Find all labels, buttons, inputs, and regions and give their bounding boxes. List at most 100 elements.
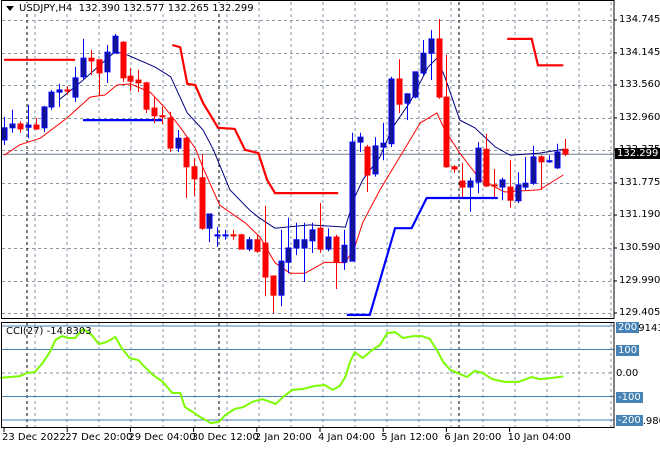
candle-body: [214, 234, 221, 237]
bear-candle: [396, 59, 403, 114]
bear-candle: [451, 165, 458, 173]
candle-body: [325, 236, 332, 250]
bear-candle: [96, 59, 103, 96]
candle-body: [372, 145, 379, 175]
candle-body: [56, 89, 63, 93]
bull-candle: [530, 145, 537, 185]
upper-channel-line: [507, 37, 564, 67]
bull-candle: [357, 132, 364, 152]
candle-body: [206, 213, 213, 229]
bull-candle: [1, 116, 8, 145]
bull-candle: [349, 132, 356, 262]
candle-body: [238, 234, 245, 250]
time-axis-label: 4 Jan 04:00: [318, 432, 375, 443]
candle-body: [167, 117, 174, 149]
candle-body: [357, 136, 364, 143]
ohlc-readout: 132.390 132.577 132.265 132.299: [78, 3, 254, 14]
bear-candle: [538, 155, 545, 190]
bear-candle: [120, 41, 127, 82]
bear-candle: [64, 86, 71, 95]
candle-body: [285, 247, 292, 263]
candle-body: [1, 127, 8, 141]
bear-candle: [159, 106, 166, 124]
time-axis-label: 2 Jan 20:00: [254, 432, 312, 443]
candle-body: [96, 59, 103, 74]
bull-candle: [404, 93, 411, 121]
bull-candle: [278, 229, 285, 307]
symbol-label: USDJPY,H4: [19, 3, 73, 14]
bull-candle: [206, 213, 213, 242]
candle-body: [191, 166, 198, 180]
candle-body: [333, 236, 340, 263]
candle-body: [522, 182, 529, 188]
bear-candle: [270, 275, 277, 314]
bull-candle: [341, 229, 348, 270]
candle-body: [388, 78, 395, 145]
time-axis-label: 27 Dec 20:00: [65, 432, 133, 443]
cci-axis-minus200: -200: [616, 415, 643, 426]
candle-body: [64, 89, 71, 92]
collapse-triangle-icon[interactable]: [6, 5, 14, 11]
bear-candle: [483, 133, 490, 188]
bull-candle: [522, 156, 529, 190]
bull-candle: [325, 228, 332, 252]
candle-body: [467, 180, 474, 188]
candle-body: [151, 107, 158, 117]
time-axis-label: 30 Dec 12:00: [191, 432, 259, 443]
bear-candle: [230, 229, 237, 240]
candle-body: [364, 146, 371, 176]
bull-candle: [175, 130, 182, 152]
bull-candle: [25, 104, 32, 139]
candle-body: [230, 234, 237, 237]
bull-candle: [428, 30, 435, 81]
candle-body: [262, 242, 269, 278]
candle-body: [349, 141, 356, 262]
candle-body: [412, 71, 419, 98]
cci-panel: [0, 325, 614, 425]
candle-body: [143, 82, 150, 110]
candle-body: [104, 51, 111, 73]
bull-candle: [554, 143, 561, 169]
cci-line: [0, 327, 564, 425]
price-axis-label: 131.190: [619, 209, 660, 221]
candle-body: [183, 137, 190, 168]
bear-candle: [459, 162, 466, 197]
candle-body: [72, 77, 79, 98]
price-series: [1, 19, 614, 316]
bull-candle: [388, 76, 395, 148]
chart-frame: [1, 0, 617, 432]
candle-body: [428, 38, 435, 54]
candle-body: [554, 151, 561, 169]
candle-body: [499, 179, 506, 188]
bear-candle: [443, 54, 450, 168]
candle-body: [246, 239, 253, 250]
bear-candle: [436, 19, 443, 99]
bear-candle: [199, 154, 206, 230]
time-axis-label: 29 Dec 04:00: [128, 432, 196, 443]
bull-candle: [72, 66, 79, 103]
bull-candle: [56, 83, 63, 107]
time-axis-label: 10 Jan 04:00: [507, 432, 571, 443]
bull-candle: [475, 142, 482, 194]
bull-candle: [546, 155, 553, 163]
bull-candle: [246, 237, 253, 252]
cci-axis-minus100: -100: [616, 392, 643, 403]
candle-body: [515, 184, 522, 202]
bull-candle: [515, 172, 522, 203]
candle-body: [33, 124, 40, 130]
candle-body: [270, 275, 277, 296]
candle-body: [396, 78, 403, 105]
bear-candle: [262, 205, 269, 297]
bear-candle: [562, 138, 569, 157]
candle-body: [507, 186, 514, 201]
candle-body: [293, 239, 300, 249]
time-axis-label: 5 Jan 12:00: [381, 432, 439, 443]
chart-canvas: [0, 0, 617, 432]
main-panel-border: [1, 0, 615, 319]
candle-body: [48, 91, 55, 108]
current-price-tag: 132.299: [615, 148, 660, 160]
bear-candle: [333, 234, 340, 290]
cci-axis-0: 0.00: [616, 368, 639, 379]
price-axis-label: 133.560: [619, 79, 660, 91]
bull-candle: [9, 109, 16, 133]
